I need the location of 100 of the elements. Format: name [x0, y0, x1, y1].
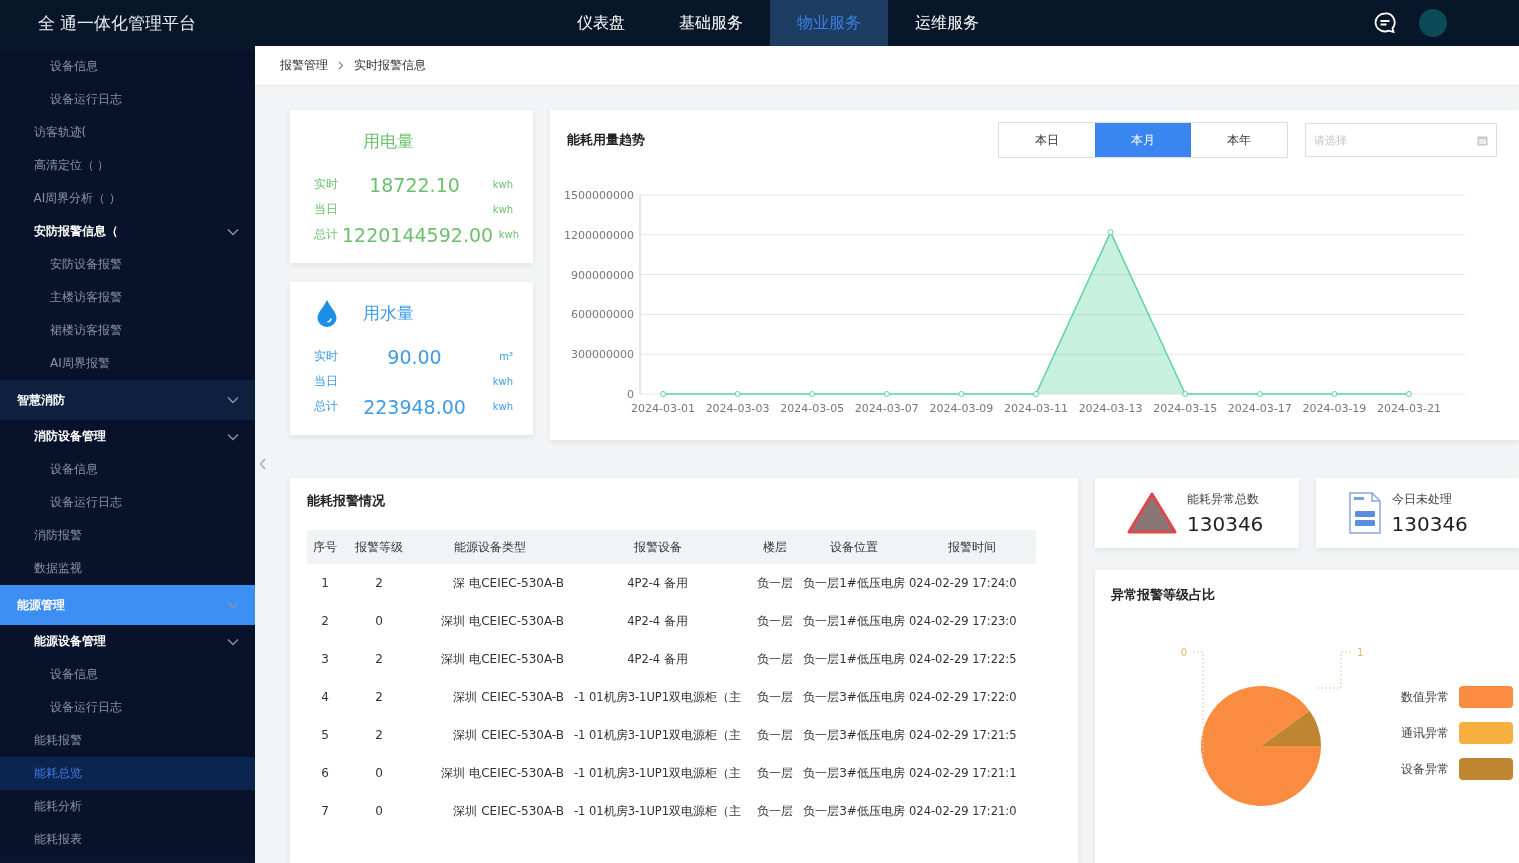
- table-cell-text: 负一层: [756, 764, 794, 782]
- meter-value: 223948.00: [363, 395, 466, 418]
- column-header: 能源设备类型: [415, 530, 565, 564]
- meter-title: 用电量: [363, 129, 414, 153]
- table-cell-text: 负一层: [756, 802, 794, 820]
- table-cell-text: 负一层: [756, 688, 794, 706]
- table-cell-text: 024-02-29 17:21:5: [908, 727, 1018, 744]
- meter-label: 总计: [314, 226, 339, 243]
- meter-label: 实时: [314, 348, 339, 365]
- pie-value-label: 0: [1180, 647, 1187, 658]
- table-cell-text: -1 01机房3-1UP1双电源柜（主: [572, 764, 743, 782]
- table-cell: 2: [343, 564, 415, 602]
- x-tick-label: 2024-03-07: [854, 402, 919, 415]
- panel-title: 异常报警等级占比: [1111, 586, 1216, 604]
- table-cell-text: 深圳 CEIEC-530A-B: [452, 688, 565, 706]
- meter-unit: kwh: [497, 229, 520, 240]
- meter-label: 当日: [314, 373, 339, 390]
- x-tick-label: 2024-03-05: [780, 402, 845, 415]
- meter-label: 当日: [314, 201, 339, 218]
- table-cell-text: 负一层3#低压电房: [802, 764, 906, 782]
- meter-value: 90.00: [387, 345, 442, 368]
- y-tick-label: 600000000: [571, 308, 634, 322]
- table-cell-text: 负一层3#低压电房: [802, 688, 906, 706]
- meter-unit: m³: [498, 351, 513, 362]
- table-cell-text: 024-02-29 17:22:0: [908, 689, 1018, 706]
- legend-label: 设备异常: [1401, 760, 1449, 778]
- meter-title: 用水量: [363, 301, 414, 325]
- table-cell-text: 负一层: [756, 612, 794, 630]
- pie-value-label: 1: [1357, 647, 1364, 658]
- column-header: 楼层: [750, 530, 800, 564]
- x-tick-label: 2024-03-11: [1004, 402, 1068, 415]
- x-tick-label: 2024-03-13: [1078, 402, 1143, 415]
- meter-label: 实时: [314, 176, 339, 193]
- table-cell-text: 024-02-29 17:21:0: [908, 803, 1018, 820]
- meter-unit: kwh: [491, 179, 513, 190]
- table-cell-text: 4: [320, 689, 330, 706]
- meter-unit: kwh: [491, 376, 513, 387]
- column-header: 设备位置: [800, 530, 908, 564]
- y-tick-label: 1200000000: [564, 228, 634, 242]
- column-header: 报警设备: [565, 530, 750, 564]
- table-cell-text: 深圳 CEIEC-530A-B: [452, 726, 565, 744]
- table-cell-text: 负一层1#低压电房: [802, 612, 906, 630]
- stat-label: 今日未处理: [1391, 490, 1453, 508]
- table-cell-text: 4P2-4 备用: [626, 612, 689, 630]
- y-tick-label: 1500000000: [564, 189, 634, 202]
- meter-unit: kwh: [491, 204, 513, 215]
- table-cell-text: 深圳 CEIEC-530A-B: [452, 802, 565, 820]
- stat-value: 130346: [1391, 511, 1468, 536]
- table-cell-text: 2: [320, 613, 330, 630]
- table-cell: 024-02-29 17:24:0: [908, 564, 1036, 602]
- y-tick-label: 0: [627, 388, 634, 401]
- x-tick-label: 2024-03-19: [1302, 402, 1367, 415]
- x-tick-label: 2024-03-03: [705, 402, 770, 415]
- meter-unit: kwh: [491, 401, 513, 412]
- table-cell-text: 0: [374, 765, 384, 782]
- table-cell-text: 024-02-29 17:21:1: [908, 765, 1018, 782]
- table-cell-text: 3: [320, 651, 330, 668]
- table-cell-text: 深圳 电CEIEC-530A-B: [440, 764, 565, 782]
- table-cell-text: 2: [374, 651, 384, 668]
- table-cell-text: 负一层1#低压电房: [802, 650, 906, 668]
- table-cell-text: 负一层: [756, 726, 794, 744]
- app-title: 全 通一体化管理平台: [38, 12, 197, 33]
- legend-label: 数值异常: [1401, 688, 1449, 706]
- table-cell-text: 2: [374, 689, 384, 706]
- column-header: 序号: [307, 530, 343, 564]
- table-cell-text: 4P2-4 备用: [626, 650, 689, 668]
- legend-label: 通讯异常: [1401, 724, 1449, 742]
- table-cell-text: 6: [320, 765, 330, 782]
- table-cell-text: 024-02-29 17:22:5: [908, 651, 1018, 668]
- y-tick-label: 300000000: [571, 348, 634, 362]
- table-cell-text: 深圳 电CEIEC-530A-B: [440, 650, 565, 668]
- table-cell: 负一层: [750, 564, 800, 602]
- stat-label: 能耗异常总数: [1187, 490, 1260, 508]
- x-tick-label: 2024-03-21: [1377, 402, 1441, 415]
- table-cell: 深 电CEIEC-530A-B: [415, 564, 565, 602]
- column-header: 报警时间: [908, 530, 1036, 564]
- panel-title: 能耗用量趋势: [567, 131, 645, 149]
- table-cell: 负一层1#低压电房: [800, 564, 908, 602]
- table-cell-text: 024-02-29 17:23:0: [908, 613, 1018, 630]
- table-cell-text: -1 01机房3-1UP1双电源柜（主: [572, 802, 743, 820]
- panel-title: 能耗报警情况: [307, 492, 386, 510]
- meter-label: 总计: [314, 398, 339, 415]
- table-cell: 4P2-4 备用: [565, 564, 750, 602]
- stat-value: 130346: [1187, 511, 1264, 536]
- meter-value: 1220144592.00: [342, 223, 494, 246]
- x-tick-label: 2024-03-15: [1153, 402, 1218, 415]
- table-cell-text: -1 01机房3-1UP1双电源柜（主: [572, 688, 743, 706]
- x-tick-label: 2024-03-09: [929, 402, 994, 415]
- table-cell-text: 0: [374, 613, 384, 630]
- table-cell-text: 负一层: [756, 650, 794, 668]
- x-tick-label: 2024-03-17: [1227, 402, 1292, 415]
- table-cell-text: 2: [374, 727, 384, 744]
- table-cell-text: 0: [374, 803, 384, 820]
- table-cell-text: 深圳 电CEIEC-530A-B: [440, 612, 565, 630]
- meter-value: 18722.10: [369, 173, 460, 196]
- y-tick-label: 900000000: [571, 268, 634, 282]
- table-cell-text: 5: [320, 727, 330, 744]
- table-cell-text: 负一层3#低压电房: [802, 726, 906, 744]
- table-cell: 1: [307, 564, 343, 602]
- column-header: 报警等级: [343, 530, 415, 564]
